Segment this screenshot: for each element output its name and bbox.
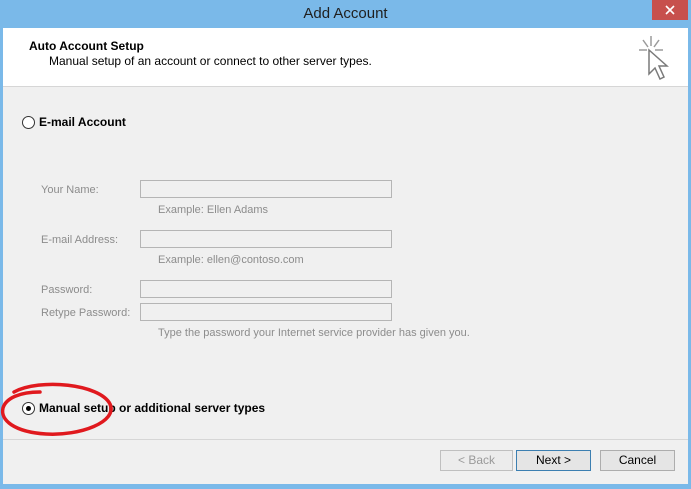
your-name-example: Example: Ellen Adams <box>158 204 269 216</box>
red-circle-annotation <box>0 382 113 436</box>
window-title: Add Account <box>303 5 388 22</box>
close-button[interactable] <box>652 0 688 20</box>
footer-divider <box>3 439 688 440</box>
back-button[interactable]: < Back <box>440 450 513 471</box>
email-account-label[interactable]: E-mail Account <box>39 115 126 129</box>
email-account-radio[interactable] <box>22 116 35 129</box>
password-hint: Type the password your Internet service … <box>158 327 470 339</box>
wizard-cursor-icon <box>639 36 669 81</box>
title-bar[interactable]: Add Account <box>0 0 691 28</box>
dialog-header: Auto Account Setup Manual setup of an ac… <box>3 28 688 87</box>
next-button[interactable]: Next > <box>516 450 591 471</box>
retype-password-field[interactable] <box>140 303 392 321</box>
email-address-label: E-mail Address: <box>41 234 119 246</box>
close-icon <box>665 5 675 15</box>
header-title: Auto Account Setup <box>29 39 144 53</box>
password-field[interactable] <box>140 280 392 298</box>
your-name-field[interactable] <box>140 180 392 198</box>
email-address-example: Example: ellen@contoso.com <box>158 254 304 266</box>
your-name-label: Your Name: <box>41 184 99 196</box>
email-address-field[interactable] <box>140 230 392 248</box>
header-subtitle: Manual setup of an account or connect to… <box>49 54 372 68</box>
cancel-button[interactable]: Cancel <box>600 450 675 471</box>
password-label: Password: <box>41 284 93 296</box>
retype-password-label: Retype Password: <box>41 307 131 319</box>
